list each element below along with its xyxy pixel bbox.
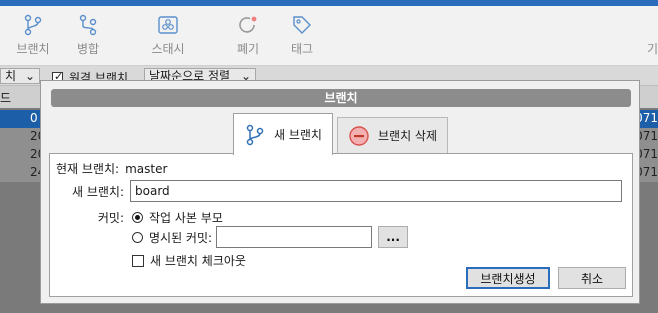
checkout-checkbox-label: 새 브랜치 체크아웃 — [150, 254, 246, 268]
chevron-down-icon: ⌄ — [24, 69, 35, 83]
radio-specified-commit[interactable] — [132, 231, 143, 243]
toolbar-tag-label: 태그 — [290, 42, 314, 56]
toolbar-merge-button[interactable]: 병합 — [60, 14, 116, 57]
toolbar-discard-button[interactable]: 폐기 — [220, 14, 276, 57]
toolbar-stash-label: 스태시 — [151, 42, 185, 56]
radio-working-copy[interactable] — [132, 212, 143, 223]
branch-dialog: 브랜치 새 브랜치 브랜치 삭제 현재 브랜치: master 새 브랜치: b… — [40, 80, 640, 304]
checkout-row: 새 브랜치 체크아웃 — [132, 252, 246, 269]
tab-delete-branch[interactable]: 브랜치 삭제 — [337, 117, 449, 153]
minus-circle-icon — [349, 125, 369, 146]
commit-label: 커밋: — [97, 211, 124, 225]
current-branch-row: 현재 브랜치: master — [56, 160, 167, 177]
new-branch-label: 새 브랜치: — [71, 184, 124, 199]
browse-commit-button[interactable]: ... — [378, 226, 409, 248]
toolbar-merge-label: 병합 — [76, 42, 100, 56]
tag-icon — [293, 16, 311, 34]
specified-commit-input[interactable] — [216, 226, 373, 248]
current-branch-value: master — [125, 161, 168, 176]
tab-new-branch[interactable]: 새 브랜치 — [233, 113, 333, 155]
toolbar-branch-label: 브랜치 — [16, 42, 50, 56]
new-branch-input[interactable]: board — [130, 180, 622, 202]
toolbar-branch-button[interactable]: 브랜치 — [5, 14, 61, 57]
merge-icon — [79, 14, 97, 36]
checkout-checkbox[interactable] — [132, 254, 144, 267]
branch-filter-dropdown[interactable]: 치 ⌄ — [0, 68, 40, 84]
main-toolbar: 브랜치 병합 스태시 폐기 태그 기 — [0, 6, 658, 66]
cancel-button[interactable]: 취소 — [558, 267, 626, 289]
create-branch-button[interactable]: 브랜치생성 — [466, 267, 550, 289]
stash-icon — [158, 16, 178, 34]
toolbar-discard-label: 폐기 — [236, 42, 260, 56]
header-stub: 드 — [0, 91, 12, 105]
dialog-title: 브랜치 — [51, 89, 631, 107]
new-branch-panel: 현재 브랜치: master 새 브랜치: board 커밋: 작업 사본 부모… — [49, 153, 633, 297]
toolbar-cut-label: 기 — [646, 42, 658, 56]
toolbar-stash-button[interactable]: 스태시 — [140, 14, 196, 57]
discard-icon — [239, 16, 257, 33]
row-left-stub: 0 — [30, 111, 38, 125]
branch-icon — [246, 124, 264, 145]
radio-working-copy-label: 작업 사본 부모 — [149, 211, 223, 225]
new-branch-row: 새 브랜치: board — [56, 180, 622, 202]
tab-delete-branch-label: 브랜치 삭제 — [378, 129, 438, 143]
tab-new-branch-label: 새 브랜치 — [274, 128, 322, 142]
branch-filter-text: 치 — [5, 69, 17, 83]
commit-specified-row: 명시된 커밋: ... — [132, 226, 409, 248]
commit-working-copy-row: 커밋: 작업 사본 부모 — [56, 209, 223, 226]
branch-icon — [24, 14, 42, 36]
current-branch-label: 현재 브랜치: — [56, 162, 120, 176]
toolbar-tag-button[interactable]: 태그 — [274, 14, 330, 57]
radio-specified-commit-label: 명시된 커밋: — [149, 230, 213, 245]
